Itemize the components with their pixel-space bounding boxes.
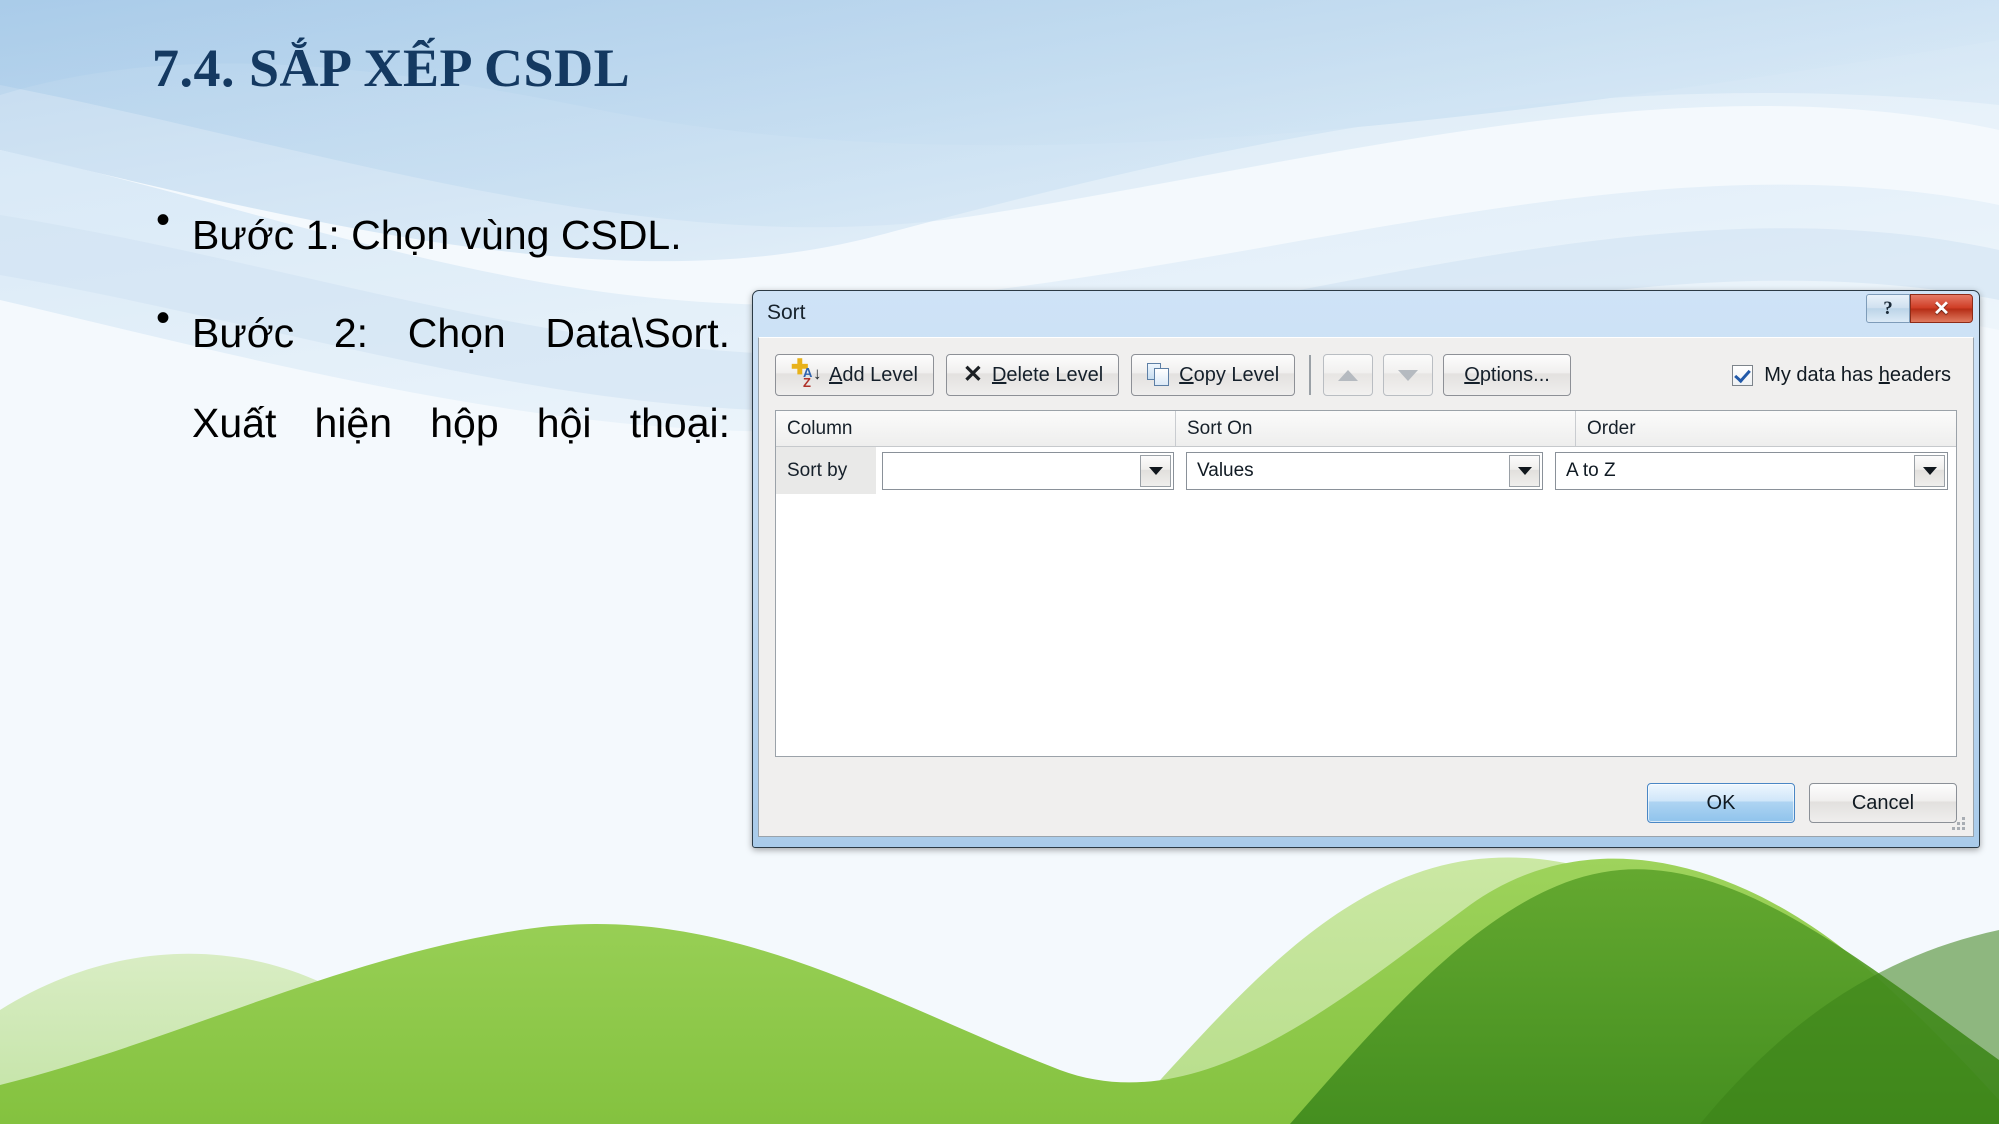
bullet-text-1: Bước 1: Chọn vùng CSDL. <box>192 212 682 258</box>
bullet-marker: • <box>156 296 171 340</box>
dialog-footer: OK Cancel <box>1647 783 1957 823</box>
options-button[interactable]: Options... <box>1443 354 1571 396</box>
slide-canvas: 7.4. SẮP XẾP CSDL • Bước 1: Chọn vùng CS… <box>0 0 1999 1124</box>
x-icon: ✕ <box>962 361 984 388</box>
sort-by-label: Sort by <box>776 447 876 494</box>
delete-level-label: Delete Level <box>991 363 1104 386</box>
checkbox-checked-icon[interactable] <box>1732 364 1754 386</box>
column-header-column: Column <box>776 411 1176 446</box>
table-row: Sort by Values A to Z <box>776 447 1956 494</box>
cancel-button[interactable]: Cancel <box>1809 783 1957 823</box>
sort-on-select-value: Values <box>1197 459 1254 481</box>
chevron-down-icon[interactable] <box>1140 454 1171 487</box>
order-select[interactable]: A to Z <box>1555 451 1948 490</box>
order-select-value: A to Z <box>1566 459 1616 481</box>
copy-level-label: Copy Level <box>1179 363 1280 386</box>
options-label: Options... <box>1464 363 1550 386</box>
add-level-label: Add Level <box>829 363 918 386</box>
my-data-has-headers-checkbox[interactable]: My data has headers <box>1732 364 1957 387</box>
my-data-has-headers-label: My data has headers <box>1764 363 1951 386</box>
dialog-client-area: ✚ A Z ↓ Add Level ✕ Delete Level Copy Le <box>758 337 1974 837</box>
sort-dialog: Sort ? ✕ ✚ A Z ↓ Add Level ✕ Delete Leve… <box>752 290 1980 848</box>
bullet-text-2: Bước 2: Chọn Data\Sort. Xuất hiện hộp hộ… <box>192 310 730 446</box>
delete-level-button[interactable]: ✕ Delete Level <box>945 354 1120 396</box>
chevron-down-icon[interactable] <box>1914 454 1945 487</box>
bullet-marker: • <box>156 198 171 242</box>
slide-body: • Bước 1: Chọn vùng CSDL. • Bước 2: Chọn… <box>150 190 730 566</box>
copy-icon <box>1147 363 1171 387</box>
list-item: • Bước 1: Chọn vùng CSDL. <box>150 190 730 280</box>
grid-header-row: Column Sort On Order <box>776 411 1956 447</box>
toolbar-separator <box>1309 355 1312 395</box>
sort-levels-list: Column Sort On Order Sort by Values A to… <box>775 410 1957 757</box>
list-item: • Bước 2: Chọn Data\Sort. Xuất hiện hộp … <box>150 288 730 558</box>
slide-title: 7.4. SẮP XẾP CSDL <box>152 38 631 98</box>
resize-grip[interactable] <box>1951 816 1967 832</box>
dialog-title: Sort <box>767 301 806 324</box>
arrow-up-icon <box>1338 369 1359 381</box>
move-up-button[interactable] <box>1323 354 1374 396</box>
help-icon[interactable]: ? <box>1866 294 1910 323</box>
add-level-button[interactable]: ✚ A Z ↓ Add Level <box>775 354 934 396</box>
column-header-sort-on: Sort On <box>1176 411 1576 446</box>
ok-button[interactable]: OK <box>1647 783 1795 823</box>
sort-on-select[interactable]: Values <box>1186 451 1543 490</box>
arrow-down-icon <box>1398 369 1419 381</box>
column-header-order: Order <box>1587 417 1636 439</box>
close-icon[interactable]: ✕ <box>1910 294 1973 323</box>
move-down-button[interactable] <box>1383 354 1434 396</box>
chevron-down-icon[interactable] <box>1509 454 1540 487</box>
copy-level-button[interactable]: Copy Level <box>1131 354 1296 396</box>
caption-buttons: ? ✕ <box>1866 294 1973 323</box>
dialog-titlebar[interactable]: Sort ? ✕ <box>758 294 1974 337</box>
dialog-toolbar: ✚ A Z ↓ Add Level ✕ Delete Level Copy Le <box>775 352 1957 398</box>
add-level-icon: ✚ A Z ↓ <box>791 356 822 390</box>
column-select[interactable] <box>882 451 1174 490</box>
